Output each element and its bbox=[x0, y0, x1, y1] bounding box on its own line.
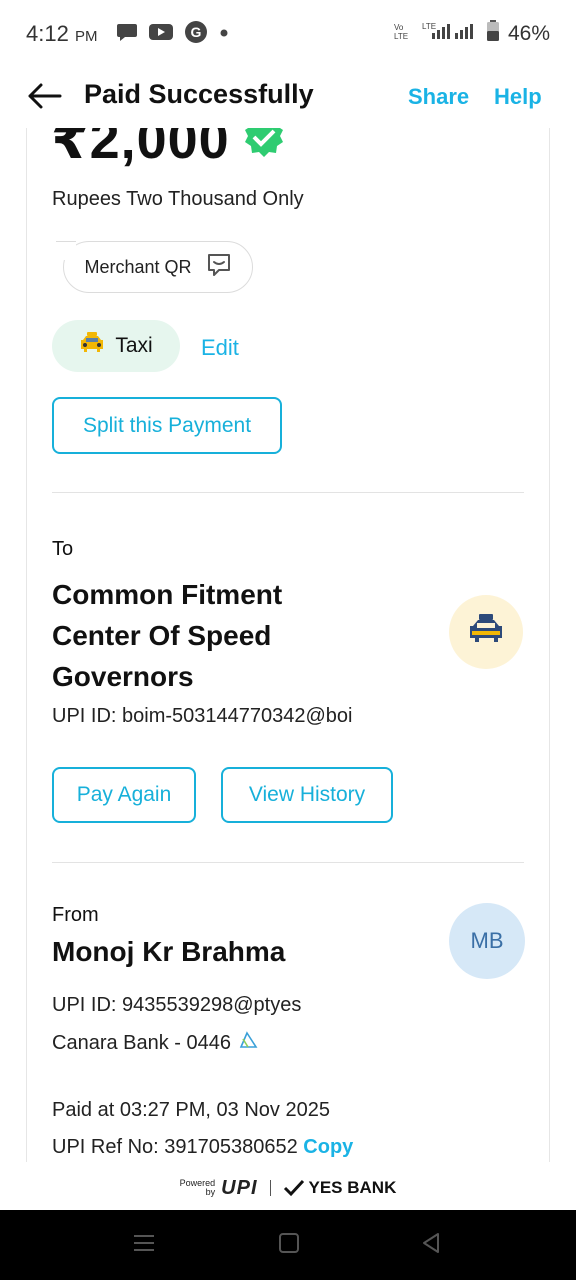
back-arrow-icon[interactable] bbox=[26, 80, 62, 112]
battery-percent: 46% bbox=[507, 21, 550, 45]
separator bbox=[269, 1180, 271, 1196]
notification-icons: G bbox=[116, 20, 230, 49]
svg-text:LTE: LTE bbox=[394, 32, 408, 40]
dot-icon bbox=[218, 26, 230, 44]
upi-ref-row: UPI Ref No: 391705380652 Copy bbox=[52, 1136, 353, 1159]
view-history-button[interactable]: View History bbox=[221, 767, 393, 823]
system-icons: Vo LTE LTE 46% bbox=[394, 20, 550, 47]
verified-check-icon bbox=[240, 128, 288, 166]
upi-ref-number: UPI Ref No: 391705380652 bbox=[52, 1136, 298, 1158]
payer-name: Monoj Kr Brahma bbox=[52, 936, 286, 967]
help-button[interactable]: Help bbox=[494, 84, 542, 110]
message-icon bbox=[206, 252, 232, 283]
edit-category-link[interactable]: Edit bbox=[201, 335, 239, 361]
svg-text:G: G bbox=[191, 24, 202, 40]
payee-upi-id: UPI ID: boim-503144770342@boi bbox=[52, 705, 353, 727]
app-header: Paid Successfully Share Help bbox=[0, 66, 576, 128]
svg-text:LTE: LTE bbox=[422, 22, 436, 31]
upi-logo: UPI bbox=[221, 1176, 258, 1199]
merchant-qr-chip[interactable]: Merchant QR bbox=[56, 241, 253, 293]
split-payment-button[interactable]: Split this Payment bbox=[52, 397, 282, 454]
amount-row: ₹2,000 bbox=[51, 128, 288, 171]
category-label: Taxi bbox=[115, 334, 153, 357]
chat-icon bbox=[116, 22, 138, 47]
payee-avatar bbox=[449, 595, 523, 669]
divider bbox=[52, 492, 524, 493]
share-button[interactable]: Share bbox=[408, 84, 469, 110]
page-title: Paid Successfully bbox=[84, 79, 314, 109]
status-bar: 4:12 PM G Vo LTE LTE 46% bbox=[0, 0, 576, 66]
volte-icon: Vo LTE bbox=[394, 22, 414, 45]
paid-at-timestamp: Paid at 03:27 PM, 03 Nov 2025 bbox=[52, 1099, 330, 1121]
recents-menu-icon[interactable] bbox=[133, 1232, 155, 1259]
home-icon[interactable] bbox=[278, 1232, 300, 1259]
powered-by-label: Powered by bbox=[179, 1178, 216, 1197]
copy-ref-button[interactable]: Copy bbox=[303, 1136, 353, 1158]
youtube-icon bbox=[148, 22, 174, 47]
payee-name: Common Fitment Center Of Speed Governors bbox=[52, 579, 283, 692]
taxi-icon bbox=[79, 331, 105, 361]
amount: ₹2,000 bbox=[51, 128, 230, 170]
system-navigation-bar bbox=[0, 1210, 576, 1280]
google-icon: G bbox=[184, 20, 208, 49]
payer-avatar: MB bbox=[449, 903, 525, 979]
signal-icon: LTE bbox=[422, 21, 478, 46]
from-label: From bbox=[52, 904, 99, 926]
powered-by-footer: Powered by UPI YES BANK bbox=[0, 1170, 576, 1206]
payer-bank: Canara Bank - 0446 bbox=[52, 1031, 259, 1055]
back-nav-icon[interactable] bbox=[420, 1232, 442, 1259]
battery-icon bbox=[486, 20, 500, 47]
taxi-icon bbox=[467, 613, 505, 652]
yes-bank-logo: YES BANK bbox=[283, 1178, 396, 1198]
payment-card: ₹2,000 Rupees Two Thousand Only Merchant… bbox=[26, 128, 550, 1162]
bank-account-label: Canara Bank - 0446 bbox=[52, 1031, 232, 1054]
status-time: 4:12 PM bbox=[26, 21, 98, 46]
divider bbox=[52, 862, 524, 863]
svg-text:Vo: Vo bbox=[394, 23, 404, 32]
category-tag[interactable]: Taxi bbox=[52, 320, 180, 372]
upi-triangle-icon bbox=[239, 1031, 259, 1055]
payer-upi-id: UPI ID: 9435539298@ptyes bbox=[52, 994, 302, 1016]
to-label: To bbox=[52, 538, 74, 560]
merchant-qr-label: Merchant QR bbox=[84, 256, 192, 277]
pay-again-button[interactable]: Pay Again bbox=[52, 767, 196, 823]
amount-in-words: Rupees Two Thousand Only bbox=[52, 188, 304, 210]
